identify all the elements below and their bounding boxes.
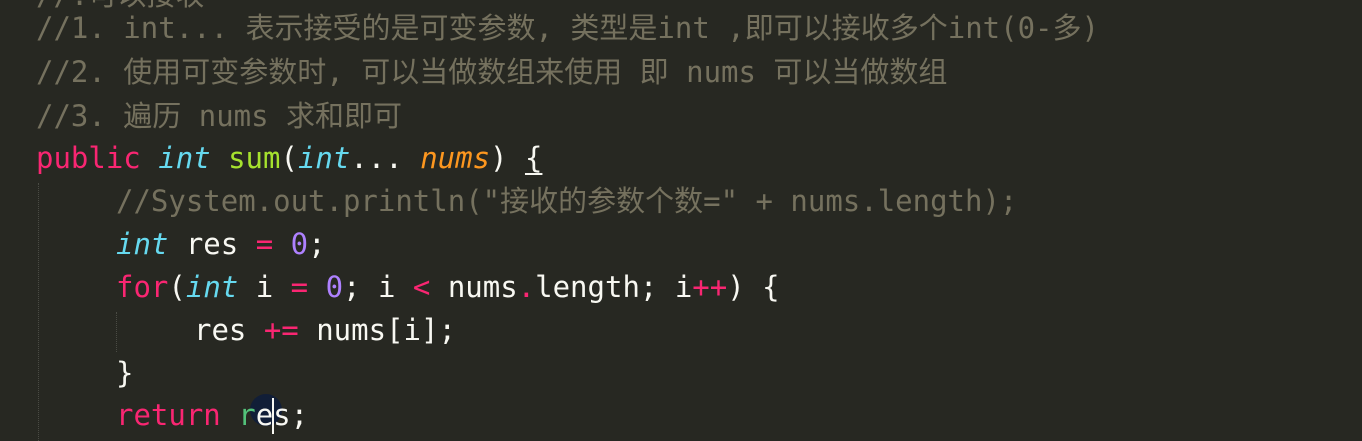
param-name: nums	[420, 141, 491, 175]
close-paren-brace: ) {	[727, 270, 780, 304]
code-line-comment-1[interactable]: //1. int... 表示接受的是可变参数, 类型是int ,即可以接收多个i…	[36, 7, 1099, 50]
open-brace: {	[524, 141, 543, 175]
dot-operator: .	[517, 270, 536, 304]
var-res: res	[168, 227, 256, 261]
condition-start: ; i	[343, 270, 413, 304]
nums-ref: nums	[430, 270, 518, 304]
param-type: int	[297, 141, 351, 175]
keyword-public: public	[36, 141, 141, 175]
code-line-close-brace[interactable]: }	[36, 352, 133, 395]
number-literal: 0	[290, 227, 309, 261]
assign-operator: =	[290, 270, 309, 304]
code-line-commented-println[interactable]: //System.out.println("接收的参数个数=" + nums.l…	[36, 180, 1017, 223]
assign-operator: =	[255, 227, 274, 261]
code-editor[interactable]: //.可以接收 //1. int... 表示接受的是可变参数, 类型是int ,…	[0, 0, 1362, 441]
increment-operator: ++	[692, 270, 728, 304]
number-literal: 0	[325, 270, 344, 304]
var-res-rest: es;	[255, 398, 309, 432]
code-line-method-signature[interactable]: public int sum(int... nums) {	[36, 137, 542, 180]
close-paren: )	[490, 141, 525, 175]
type-int: int	[185, 270, 239, 304]
code-line-accumulate[interactable]: res += nums[i];	[36, 309, 456, 352]
length-ref: length; i	[535, 270, 693, 304]
code-line-comment-3[interactable]: //3. 遍历 nums 求和即可	[36, 95, 402, 138]
semicolon: ;	[308, 227, 326, 261]
var-i: i	[238, 270, 291, 304]
code-line-comment-2[interactable]: //2. 使用可变参数时, 可以当做数组来使用 即 nums 可以当做数组	[36, 51, 947, 94]
less-than-operator: <	[412, 270, 431, 304]
type-int: int	[116, 227, 169, 261]
text-caret	[272, 398, 274, 434]
code-line-return[interactable]: return res;	[36, 394, 308, 437]
open-paren: (	[168, 270, 186, 304]
code-line-res-decl[interactable]: int res = 0;	[36, 223, 326, 266]
varargs: ...	[350, 141, 403, 175]
code-line-for-loop[interactable]: for(int i = 0; i < nums.length; i++) {	[36, 266, 780, 309]
plus-assign-operator: +=	[263, 313, 299, 347]
var-res-first-char: r	[238, 398, 256, 432]
function-name: sum	[228, 141, 281, 175]
array-access: nums[i];	[298, 313, 456, 347]
keyword-return: return	[116, 398, 221, 432]
var-res: res	[194, 313, 264, 347]
keyword-for: for	[116, 270, 169, 304]
type-int: int	[158, 141, 211, 175]
open-paren: (	[280, 141, 298, 175]
